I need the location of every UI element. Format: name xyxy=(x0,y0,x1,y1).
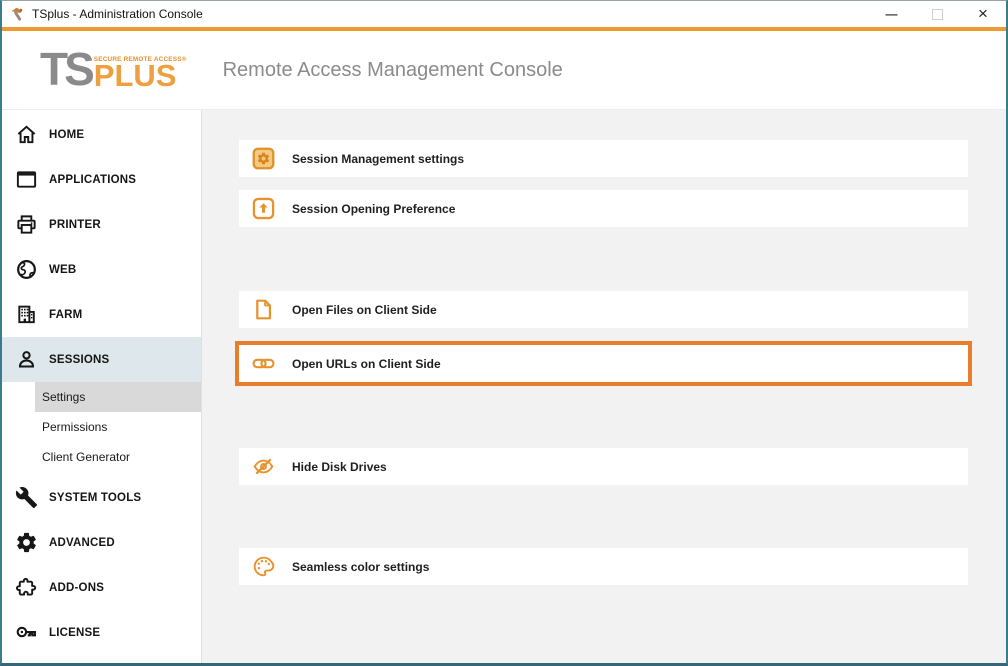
app-icon xyxy=(9,6,25,22)
sidebar-item-label: APPLICATIONS xyxy=(49,174,136,186)
sidebar-item-home[interactable]: HOME xyxy=(2,112,201,157)
palette-icon xyxy=(252,555,275,578)
settings-square-icon xyxy=(252,147,275,170)
logo-ts-text: TS xyxy=(40,52,91,88)
subnav-item-label: Client Generator xyxy=(42,450,130,464)
sidebar-item-label: HOME xyxy=(49,129,84,141)
gear-icon xyxy=(14,531,38,555)
sidebar-item-applications[interactable]: APPLICATIONS xyxy=(2,157,201,202)
main-content: Session Management settings Session Open… xyxy=(202,110,1006,663)
logo-plus-text: PLUS xyxy=(94,63,187,88)
applications-icon xyxy=(14,168,38,192)
tile-hide-disk-drives[interactable]: Hide Disk Drives xyxy=(239,448,968,485)
tile-label: Hide Disk Drives xyxy=(292,460,387,474)
home-icon xyxy=(14,123,38,147)
sidebar-item-label: WEB xyxy=(49,264,76,276)
link-icon xyxy=(252,352,275,375)
maximize-button[interactable] xyxy=(914,1,960,27)
tile-label: Session Opening Preference xyxy=(292,202,455,216)
minimize-button[interactable]: — xyxy=(868,1,914,27)
sidebar-item-web[interactable]: WEB xyxy=(2,247,201,292)
logo-right-block: SECURE REMOTE ACCESS® PLUS xyxy=(94,56,187,88)
titlebar: TSplus - Administration Console — × xyxy=(2,1,1006,27)
tile-session-management-settings[interactable]: Session Management settings xyxy=(239,140,968,177)
farm-building-icon xyxy=(14,303,38,327)
tile-open-files-client-side[interactable]: Open Files on Client Side xyxy=(239,291,968,328)
tile-session-opening-preference[interactable]: Session Opening Preference xyxy=(239,190,968,227)
page-title: Remote Access Management Console xyxy=(223,59,563,82)
tile-label: Open URLs on Client Side xyxy=(292,357,441,371)
sidebar-item-printer[interactable]: PRINTER xyxy=(2,202,201,247)
sidebar-item-advanced[interactable]: ADVANCED xyxy=(2,520,201,565)
header: TS SECURE REMOTE ACCESS® PLUS Remote Acc… xyxy=(2,31,1006,110)
sidebar-item-label: ADVANCED xyxy=(49,537,115,549)
tsplus-logo: TS SECURE REMOTE ACCESS® PLUS xyxy=(40,52,187,88)
session-opening-icon xyxy=(252,197,275,220)
subnav-item-label: Permissions xyxy=(42,420,107,434)
sidebar-item-farm[interactable]: FARM xyxy=(2,292,201,337)
minimize-icon: — xyxy=(886,7,897,21)
key-icon xyxy=(14,621,38,645)
maximize-icon xyxy=(932,9,943,20)
sidebar-item-system-tools[interactable]: SYSTEM TOOLS xyxy=(2,475,201,520)
sidebar-item-add-ons[interactable]: ADD-ONS xyxy=(2,565,201,610)
eye-off-icon xyxy=(252,455,275,478)
sidebar-item-label: SESSIONS xyxy=(49,354,109,366)
sidebar: HOME APPLICATIONS xyxy=(2,110,202,663)
sidebar-item-label: SYSTEM TOOLS xyxy=(49,492,141,504)
subnav-item-permissions[interactable]: Permissions xyxy=(35,412,201,442)
tile-open-urls-client-side[interactable]: Open URLs on Client Side xyxy=(235,341,972,386)
content-area: HOME APPLICATIONS xyxy=(2,110,1006,663)
app-window: TSplus - Administration Console — × TS S… xyxy=(0,0,1008,666)
sidebar-item-label: LICENSE xyxy=(49,627,100,639)
tile-label: Seamless color settings xyxy=(292,560,429,574)
tile-label: Open Files on Client Side xyxy=(292,303,437,317)
wrench-icon xyxy=(14,486,38,510)
tile-seamless-color-settings[interactable]: Seamless color settings xyxy=(239,548,968,585)
subnav-item-settings[interactable]: Settings xyxy=(35,382,201,412)
subnav-item-label: Settings xyxy=(42,390,85,404)
file-icon xyxy=(252,298,275,321)
sidebar-item-label: FARM xyxy=(49,309,82,321)
close-button[interactable]: × xyxy=(960,1,1006,27)
sidebar-item-license[interactable]: LICENSE xyxy=(2,610,201,655)
sidebar-item-label: ADD-ONS xyxy=(49,582,104,594)
web-globe-icon xyxy=(14,258,38,282)
printer-icon xyxy=(14,213,38,237)
subnav-item-client-generator[interactable]: Client Generator xyxy=(35,442,201,472)
close-icon: × xyxy=(978,4,988,24)
puzzle-icon xyxy=(14,576,38,600)
sidebar-item-label: PRINTER xyxy=(49,219,101,231)
person-icon xyxy=(14,348,38,372)
tile-label: Session Management settings xyxy=(292,152,464,166)
sidebar-item-sessions[interactable]: SESSIONS xyxy=(2,337,201,382)
window-title: TSplus - Administration Console xyxy=(32,7,868,21)
